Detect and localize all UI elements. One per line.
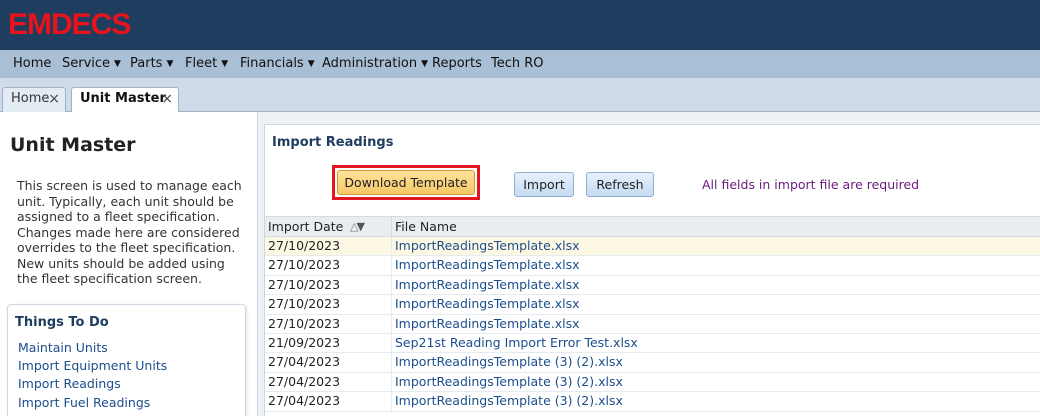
- import-readings-panel: Import Readings Download Template Import…: [264, 124, 1040, 416]
- cell-divider: [391, 256, 392, 276]
- file-name-link[interactable]: ImportReadingsTemplate.xlsx: [395, 238, 580, 253]
- import-date-cell: 27/04/2023: [268, 354, 341, 370]
- tab-unit-master[interactable]: Unit Master ×: [71, 87, 179, 113]
- page-description: This screen is used to manage each unit.…: [17, 178, 242, 286]
- menu-home[interactable]: Home: [13, 50, 51, 78]
- close-icon[interactable]: ×: [48, 88, 60, 110]
- grid-header: Import Date △▼ File Name: [265, 216, 1040, 238]
- link-import-readings[interactable]: Import Readings: [18, 376, 121, 391]
- import-date-cell: 27/10/2023: [268, 296, 341, 312]
- cell-divider: [391, 353, 392, 373]
- menu-reports[interactable]: Reports: [432, 50, 482, 78]
- chevron-down-icon: ▼: [114, 59, 121, 69]
- file-name-link[interactable]: ImportReadingsTemplate.xlsx: [395, 257, 580, 272]
- menu-label: Reports: [432, 56, 482, 71]
- menu-label: Financials: [240, 56, 304, 71]
- import-date-cell: 27/10/2023: [268, 257, 341, 273]
- cell-divider: [391, 392, 392, 412]
- column-divider[interactable]: [391, 217, 392, 238]
- file-name-link[interactable]: ImportReadingsTemplate (3) (2).xlsx: [395, 354, 623, 369]
- import-date-cell: 27/10/2023: [268, 276, 341, 292]
- things-to-do-title: Things To Do: [15, 315, 109, 330]
- import-button[interactable]: Import: [514, 172, 574, 197]
- import-date-cell: 27/10/2023: [268, 315, 341, 331]
- file-name-link[interactable]: ImportReadingsTemplate (3) (2).xlsx: [395, 374, 623, 389]
- cell-divider: [391, 314, 392, 334]
- menu-label: Fleet: [185, 56, 218, 71]
- emdecs-logo: EMDECS: [8, 8, 131, 41]
- table-row[interactable]: 21/09/2023 Sep21st Reading Import Error T…: [265, 334, 1040, 354]
- table-row[interactable]: 27/10/2023 ImportReadingsTemplate.xlsx: [265, 314, 1040, 334]
- menu-label: Parts: [130, 56, 163, 71]
- file-name-link[interactable]: ImportReadingsTemplate.xlsx: [395, 316, 580, 331]
- section-title: Import Readings: [272, 135, 394, 150]
- cell-divider: [391, 295, 392, 315]
- menu-parts[interactable]: Parts ▼: [130, 50, 173, 78]
- right-panel: Import Readings Download Template Import…: [258, 112, 1040, 416]
- file-name-link[interactable]: ImportReadingsTemplate.xlsx: [395, 296, 580, 311]
- table-row[interactable]: 27/04/2023 ImportReadingsTemplate (3) (2)…: [265, 392, 1040, 412]
- menu-financials[interactable]: Financials ▼: [240, 50, 315, 78]
- sort-icon[interactable]: △▼: [350, 220, 365, 233]
- file-name-link[interactable]: ImportReadingsTemplate.xlsx: [395, 277, 580, 292]
- cell-divider: [391, 275, 392, 295]
- chevron-down-icon: ▼: [166, 59, 174, 69]
- chevron-down-icon: ▼: [307, 59, 315, 69]
- import-date-cell: 27/10/2023: [268, 238, 341, 253]
- link-maintain-units[interactable]: Maintain Units: [18, 340, 108, 355]
- import-date-cell: 27/04/2023: [268, 373, 341, 389]
- required-fields-note: All fields in import file are required: [702, 177, 920, 192]
- table-row[interactable]: 27/04/2023 ImportReadingsTemplate (3) (2)…: [265, 372, 1040, 393]
- menu-label: Service: [62, 56, 111, 71]
- close-icon[interactable]: ×: [161, 88, 173, 110]
- file-name-link[interactable]: ImportReadingsTemplate (3) (2).xlsx: [395, 393, 623, 408]
- file-name-link[interactable]: Sep21st Reading Import Error Test.xlsx: [395, 335, 638, 350]
- import-date-cell: 27/04/2023: [268, 393, 341, 409]
- page-title: Unit Master: [10, 134, 136, 156]
- top-banner: EMDECS: [0, 0, 1040, 50]
- tab-label: Unit Master: [80, 91, 166, 106]
- table-row[interactable]: 27/10/2023 ImportReadingsTemplate.xlsx: [265, 256, 1040, 276]
- refresh-button[interactable]: Refresh: [586, 172, 654, 197]
- left-panel: Unit Master This screen is used to manag…: [0, 112, 258, 416]
- menu-label: Tech RO: [491, 56, 544, 71]
- import-date-cell: 21/09/2023: [268, 335, 341, 350]
- cell-divider: [391, 372, 392, 392]
- menu-service[interactable]: Service ▼: [62, 50, 121, 78]
- chevron-down-icon: ▼: [221, 59, 229, 69]
- tab-label: Home: [11, 91, 50, 106]
- chevron-down-icon: ▼: [421, 59, 429, 69]
- link-import-fuel-readings[interactable]: Import Fuel Readings: [18, 395, 150, 410]
- column-header-file-name[interactable]: File Name: [395, 217, 457, 237]
- cell-divider: [391, 237, 392, 256]
- menu-administration[interactable]: Administration ▼: [322, 50, 428, 78]
- tab-home[interactable]: Home ×: [2, 87, 66, 112]
- table-row[interactable]: 27/10/2023 ImportReadingsTemplate.xlsx: [265, 275, 1040, 296]
- menu-fleet[interactable]: Fleet ▼: [185, 50, 228, 78]
- cell-divider: [391, 334, 392, 353]
- main-menu: Home Service ▼ Parts ▼ Fleet ▼ Financials ▼ …: [0, 50, 1040, 78]
- menu-label: Administration: [322, 56, 418, 71]
- menu-label: Home: [13, 56, 52, 71]
- table-row[interactable]: 27/10/2023 ImportReadingsTemplate.xlsx: [265, 295, 1040, 315]
- things-to-do-box: Things To Do Maintain Units Import Equip…: [7, 304, 246, 416]
- download-template-button[interactable]: Download Template: [337, 170, 475, 195]
- table-row[interactable]: 27/10/2023 ImportReadingsTemplate.xlsx: [265, 237, 1040, 257]
- sort-down-icon[interactable]: ▼: [356, 220, 365, 233]
- link-import-equipment-units[interactable]: Import Equipment Units: [18, 358, 167, 373]
- tab-strip: Home × Unit Master ×: [0, 78, 1040, 113]
- column-header-import-date[interactable]: Import Date: [268, 217, 343, 237]
- table-row[interactable]: 27/04/2023 ImportReadingsTemplate (3) (2)…: [265, 353, 1040, 373]
- menu-tech-ro[interactable]: Tech RO: [491, 50, 544, 78]
